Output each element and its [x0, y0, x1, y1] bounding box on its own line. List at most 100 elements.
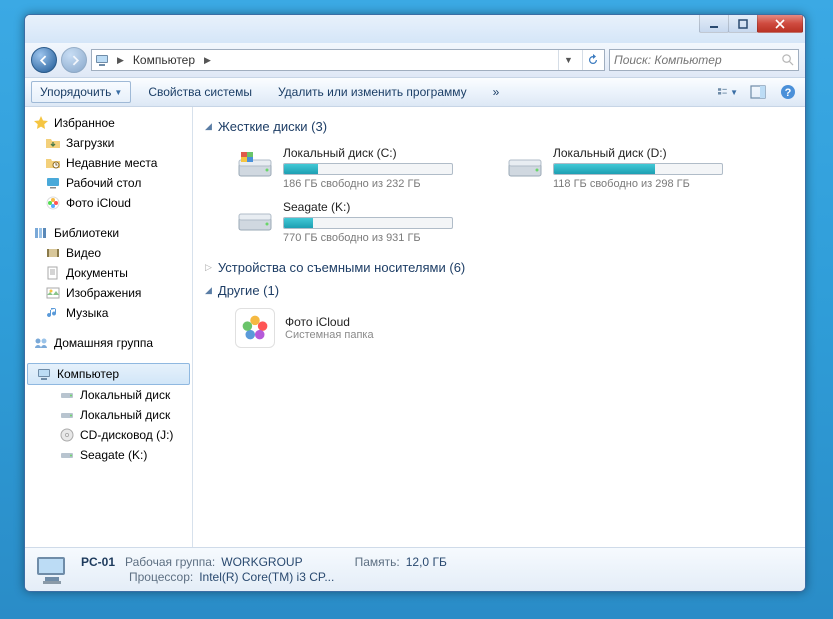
computer-large-icon: [33, 553, 71, 587]
sidebar-item-downloads[interactable]: Загрузки: [25, 133, 192, 153]
drive-name: Локальный диск (D:): [553, 146, 755, 163]
sidebar-item-label: Недавние места: [66, 156, 157, 170]
expand-icon: ▷: [205, 262, 212, 273]
section-title: Устройства со съемными носителями (6): [218, 260, 465, 275]
sidebar-libraries[interactable]: Библиотеки: [25, 223, 192, 243]
drive-icon: [59, 407, 75, 423]
help-button[interactable]: ?: [777, 81, 799, 103]
memory-label: Память:: [355, 555, 400, 569]
sidebar-item-label: Музыка: [66, 306, 108, 320]
music-icon: [45, 305, 61, 321]
sidebar-item-label: Видео: [66, 246, 101, 260]
preview-pane-button[interactable]: [747, 81, 769, 103]
toolbar-overflow[interactable]: »: [484, 81, 509, 103]
computer-label: Компьютер: [57, 367, 119, 381]
cpu-label: Процессор:: [129, 570, 193, 584]
sidebar-item-label: Изображения: [66, 286, 141, 300]
refresh-button[interactable]: [582, 50, 602, 70]
drive-icon: [235, 146, 275, 186]
drive-free-text: 186 ГБ свободно из 232 ГБ: [283, 178, 485, 190]
section-drives[interactable]: ◢ Жесткие диски (3): [205, 115, 793, 138]
other-name: Фото iCloud: [285, 315, 374, 329]
drive-item[interactable]: Seagate (K:) 770 ГБ свободно из 931 ГБ: [235, 200, 485, 244]
organize-label: Упорядочить: [40, 85, 111, 99]
sidebar-item-label: Фото iCloud: [66, 196, 131, 210]
sidebar-favorites[interactable]: Избранное: [25, 113, 192, 133]
cdrom-icon: [59, 427, 75, 443]
sidebar-item-recent[interactable]: Недавние места: [25, 153, 192, 173]
search-icon: [781, 53, 794, 67]
breadcrumb-sep: ▶: [114, 55, 127, 66]
drive-icon: [505, 146, 545, 186]
sidebar-item-label: Загрузки: [66, 136, 114, 150]
section-removable[interactable]: ▷ Устройства со съемными носителями (6): [205, 256, 793, 279]
video-icon: [45, 245, 61, 261]
back-button[interactable]: [31, 47, 57, 73]
homegroup-label: Домашняя группа: [54, 336, 153, 350]
sidebar-item-cdrom[interactable]: CD-дисковод (J:): [25, 425, 192, 445]
drive-usage-bar: [283, 163, 453, 175]
drive-item[interactable]: Локальный диск (C:) 186 ГБ свободно из 2…: [235, 146, 485, 190]
folder-icon: [45, 135, 61, 151]
other-item[interactable]: Фото iCloud Системная папка: [205, 302, 793, 354]
forward-button[interactable]: [61, 47, 87, 73]
sidebar-homegroup[interactable]: Домашняя группа: [25, 333, 192, 353]
photos-icon: [235, 308, 275, 348]
sidebar-item-pictures[interactable]: Изображения: [25, 283, 192, 303]
details-pane: PC-01 Рабочая группа: WORKGROUP Память: …: [25, 547, 805, 591]
uninstall-program-button[interactable]: Удалить или изменить программу: [269, 81, 476, 103]
sidebar-item-label: Локальный диск: [80, 388, 170, 402]
sidebar-item-label: Рабочий стол: [66, 176, 141, 190]
drive-usage-bar: [283, 217, 453, 229]
command-bar: Упорядочить ▼ Свойства системы Удалить и…: [25, 77, 805, 107]
navigation-bar: ▶ Компьютер ▶ ▼: [25, 43, 805, 77]
memory-value: 12,0 ГБ: [406, 555, 447, 569]
desktop-icon: [45, 175, 61, 191]
collapse-icon: ◢: [205, 285, 212, 296]
search-input[interactable]: [614, 53, 781, 67]
system-properties-button[interactable]: Свойства системы: [139, 81, 261, 103]
minimize-button[interactable]: [699, 15, 729, 33]
collapse-icon: ◢: [205, 121, 212, 132]
sidebar-item-videos[interactable]: Видео: [25, 243, 192, 263]
sidebar-computer[interactable]: Компьютер: [27, 363, 190, 385]
workgroup-value: WORKGROUP: [221, 555, 302, 569]
workgroup-label: Рабочая группа:: [125, 555, 215, 569]
pictures-icon: [45, 285, 61, 301]
sidebar-item-label: Документы: [66, 266, 128, 280]
photos-icon: [45, 195, 61, 211]
drive-free-text: 118 ГБ свободно из 298 ГБ: [553, 178, 755, 190]
close-button[interactable]: [757, 15, 803, 33]
recent-icon: [45, 155, 61, 171]
chevron-down-icon: ▼: [730, 88, 738, 97]
drive-name: Локальный диск (C:): [283, 146, 485, 163]
sidebar-item-seagate[interactable]: Seagate (K:): [25, 445, 192, 465]
sidebar-item-desktop[interactable]: Рабочий стол: [25, 173, 192, 193]
drive-icon: [235, 200, 275, 240]
system-properties-label: Свойства системы: [148, 85, 252, 99]
history-dropdown[interactable]: ▼: [558, 50, 578, 70]
uninstall-label: Удалить или изменить программу: [278, 85, 467, 99]
search-box[interactable]: [609, 49, 799, 71]
maximize-button[interactable]: [728, 15, 758, 33]
sidebar-item-music[interactable]: Музыка: [25, 303, 192, 323]
address-bar[interactable]: ▶ Компьютер ▶ ▼: [91, 49, 605, 71]
drive-free-text: 770 ГБ свободно из 931 ГБ: [283, 232, 485, 244]
overflow-label: »: [493, 85, 500, 99]
favorites-label: Избранное: [54, 116, 115, 130]
computer-icon: [94, 52, 110, 68]
navigation-pane: Избранное Загрузки Недавние места Рабочи…: [25, 107, 193, 547]
star-icon: [33, 115, 49, 131]
pc-name: PC-01: [81, 555, 115, 569]
section-other[interactable]: ◢ Другие (1): [205, 279, 793, 302]
svg-text:?: ?: [785, 87, 792, 99]
sidebar-item-documents[interactable]: Документы: [25, 263, 192, 283]
sidebar-item-drive-c[interactable]: Локальный диск: [25, 385, 192, 405]
organize-button[interactable]: Упорядочить ▼: [31, 81, 131, 103]
view-options-button[interactable]: ▼: [717, 81, 739, 103]
drive-item[interactable]: Локальный диск (D:) 118 ГБ свободно из 2…: [505, 146, 755, 190]
sidebar-item-drive-d[interactable]: Локальный диск: [25, 405, 192, 425]
sidebar-item-icloud[interactable]: Фото iCloud: [25, 193, 192, 213]
breadcrumb-computer[interactable]: Компьютер: [131, 53, 197, 67]
other-subtitle: Системная папка: [285, 329, 374, 341]
